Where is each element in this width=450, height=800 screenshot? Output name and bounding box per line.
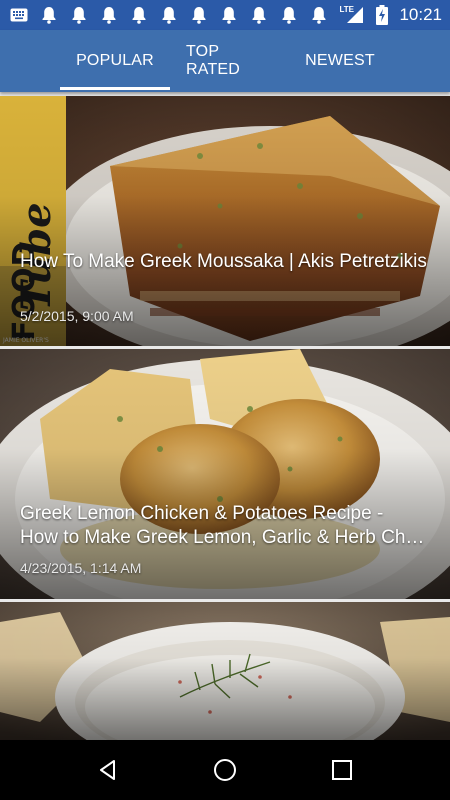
video-title: How To Make Greek Moussaka | Akis Petret…: [20, 251, 427, 272]
system-status-icons: LTE 10:21: [339, 5, 442, 25]
video-card[interactable]: Greek Lemon Chicken & Potatoes Recipe - …: [0, 349, 450, 599]
notification-bell-icon: [130, 6, 148, 24]
recent-apps-icon[interactable]: [317, 745, 367, 795]
keyboard-icon: [10, 6, 28, 24]
notification-bell-icon: [250, 6, 268, 24]
notification-bell-icon: [100, 6, 118, 24]
video-feed[interactable]: Tube FOOD JAMIE OLIVER'S How To Make Gre…: [0, 94, 450, 740]
app-bar: POPULAR TOP RATED NEWEST: [0, 30, 450, 92]
notification-icons: [10, 6, 328, 24]
home-icon[interactable]: [200, 745, 250, 795]
back-icon[interactable]: [83, 745, 133, 795]
lte-signal-icon: LTE: [339, 5, 365, 24]
tab-popular[interactable]: POPULAR: [60, 30, 170, 92]
video-date: 4/23/2015, 1:14 AM: [20, 560, 142, 576]
video-title-line-2: How to Make Greek Lemon, Garlic & Herb C…: [20, 527, 425, 548]
video-date: 5/2/2015, 9:00 AM: [20, 308, 134, 324]
clock: 10:21: [399, 5, 442, 24]
video-title: Greek Lemon Chicken & Potatoes Recipe - …: [20, 502, 432, 550]
battery-charging-icon: [373, 5, 391, 25]
notification-bell-icon: [310, 6, 328, 24]
tab-newest[interactable]: NEWEST: [290, 30, 390, 92]
notification-bell-icon: [190, 6, 208, 24]
tab-bar: POPULAR TOP RATED NEWEST: [60, 30, 390, 92]
lte-label: LTE: [339, 5, 354, 14]
notification-bell-icon: [40, 6, 58, 24]
notification-bell-icon: [220, 6, 238, 24]
video-title-line-1: Greek Lemon Chicken & Potatoes Recipe -: [20, 503, 384, 524]
tab-top-rated[interactable]: TOP RATED: [170, 30, 290, 92]
thumbnail-overlay: [0, 602, 450, 740]
status-bar: LTE 10:21: [0, 0, 450, 30]
navigation-bar: [0, 740, 450, 800]
video-card[interactable]: Tube FOOD JAMIE OLIVER'S How To Make Gre…: [0, 96, 450, 346]
notification-bell-icon: [280, 6, 298, 24]
notification-bell-icon: [70, 6, 88, 24]
notification-bell-icon: [160, 6, 178, 24]
video-card[interactable]: [0, 602, 450, 740]
